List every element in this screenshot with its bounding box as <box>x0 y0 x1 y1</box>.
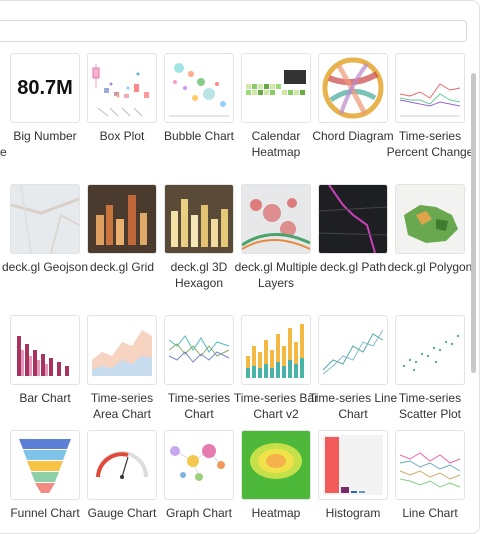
line-chart-icon <box>399 452 461 488</box>
heatmap-icon <box>250 443 302 479</box>
chord-diagram-thumbnail <box>318 53 388 123</box>
deckgl-polygon-thumbnail <box>395 184 465 254</box>
graph-network-icon <box>170 444 225 481</box>
ts-bar-chart-v2-thumbnail <box>241 315 311 385</box>
gauge-icon <box>96 451 148 479</box>
box-plot-thumbnail <box>87 53 157 123</box>
calendar-grid-icon <box>246 70 306 95</box>
ts-line-chart-thumbnail <box>318 315 388 385</box>
bubble-chart-icon <box>169 63 229 117</box>
3d-grid-icon <box>96 195 147 245</box>
ts-area-chart-thumbnail <box>87 315 157 385</box>
partial-label-fragment: e <box>0 145 7 159</box>
deckgl-geojson-thumbnail <box>10 184 80 254</box>
tile-label: deck.gl Polygon <box>387 260 473 274</box>
tile-label: Time-series Percent Change <box>386 129 474 159</box>
chart-type-gallery: e 80.7M Big Number Box Plot Bubble Chart… <box>0 0 480 534</box>
ts-percent-change-thumbnail <box>395 53 465 123</box>
search-input[interactable] <box>0 20 467 42</box>
ts-chart-thumbnail <box>164 315 234 385</box>
deckgl-3d-hexagon-thumbnail <box>164 184 234 254</box>
deckgl-grid-thumbnail <box>87 184 157 254</box>
histogram-thumbnail <box>318 430 388 500</box>
path-icon <box>319 185 387 253</box>
ts-scatter-plot-thumbnail <box>395 315 465 385</box>
funnel-icon <box>19 439 71 493</box>
bar-chart-icon <box>17 336 69 376</box>
scatter-plot-icon <box>402 334 460 372</box>
bubble-chart-thumbnail <box>164 53 234 123</box>
area-chart-icon <box>92 330 152 376</box>
line-chart-icon <box>322 329 384 375</box>
big-number-value: 80.7M <box>17 76 73 99</box>
stacked-bar-icon <box>246 324 304 378</box>
chord-diagram-icon <box>322 57 384 119</box>
polygon-icon <box>404 205 458 243</box>
bar-chart-thumbnail <box>10 315 80 385</box>
scrollbar[interactable] <box>468 45 478 533</box>
map-icon <box>11 185 79 253</box>
deckgl-multiple-layers-thumbnail <box>241 184 311 254</box>
graph-chart-thumbnail <box>164 430 234 500</box>
tile-label: Line Chart <box>402 506 458 520</box>
box-plot-icon <box>92 64 149 117</box>
calendar-heatmap-thumbnail <box>241 53 311 123</box>
map-layers-icon <box>242 198 310 250</box>
gauge-chart-thumbnail <box>87 430 157 500</box>
tile-label: Time-series Scatter Plot <box>398 391 462 421</box>
multi-line-icon <box>168 335 230 363</box>
scrollbar-thumb[interactable] <box>471 73 476 373</box>
deckgl-path-thumbnail <box>318 184 388 254</box>
3d-hexagon-icon <box>171 199 228 247</box>
big-number-thumbnail: 80.7M <box>10 53 80 123</box>
line-chart-thumbnail <box>395 430 465 500</box>
histogram-icon <box>323 435 383 495</box>
heatmap-thumbnail <box>241 430 311 500</box>
funnel-chart-thumbnail <box>10 430 80 500</box>
line-chart-icon <box>399 83 461 117</box>
